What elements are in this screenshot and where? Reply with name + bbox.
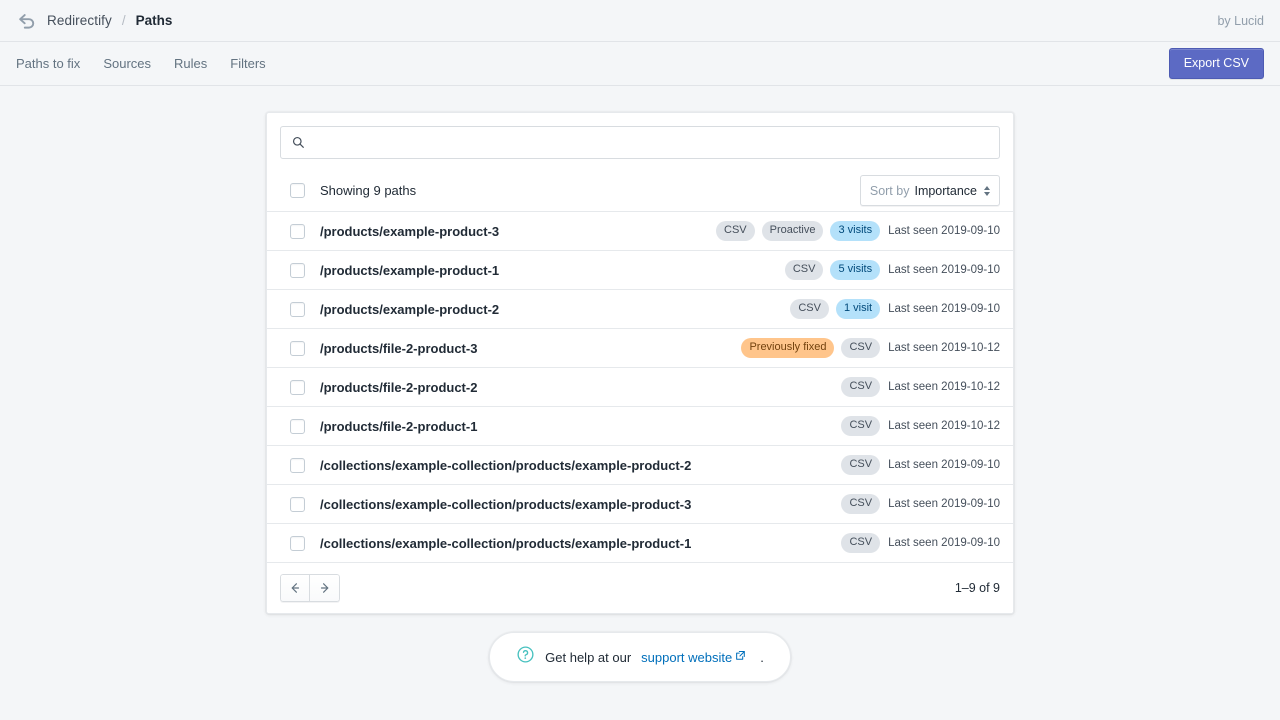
- row-checkbox[interactable]: [290, 223, 305, 239]
- table-row[interactable]: /products/example-product-3 CSV Proactive 3…: [267, 212, 1013, 251]
- table-row[interactable]: /products/example-product-2 CSV 1 visit Las…: [267, 290, 1013, 329]
- support-website-link[interactable]: support website: [641, 650, 732, 665]
- sort-label: Sort by: [869, 183, 910, 198]
- status-badge: 3 visits: [830, 221, 881, 241]
- nav-bar: Paths to fix Sources Rules Filters Expor…: [0, 42, 1280, 86]
- row-checkbox[interactable]: [290, 379, 305, 395]
- status-badge: CSV: [841, 416, 881, 436]
- table-row[interactable]: /collections/example-collection/products…: [267, 446, 1013, 485]
- table-row[interactable]: /products/example-product-1 CSV 5 visits La…: [267, 251, 1013, 290]
- tab-rules[interactable]: Rules: [174, 57, 207, 70]
- last-seen-text: Last seen 2019-09-10: [888, 303, 1000, 315]
- status-badge: Previously fixed: [741, 338, 835, 358]
- export-csv-button[interactable]: Export CSV: [1168, 48, 1264, 79]
- last-seen-text: Last seen 2019-09-10: [888, 498, 1000, 510]
- search-section: [267, 113, 1013, 159]
- last-seen-text: Last seen 2019-10-12: [888, 381, 1000, 393]
- breadcrumb-separator: /: [121, 13, 126, 28]
- row-path: /products/example-product-3: [320, 223, 500, 239]
- row-checkbox[interactable]: [290, 535, 305, 551]
- table-row[interactable]: /products/file-2-product-3 Previously fix…: [267, 329, 1013, 368]
- tab-sources[interactable]: Sources: [103, 57, 151, 70]
- table-row[interactable]: /collections/example-collection/products…: [267, 524, 1013, 563]
- row-path: /products/file-2-product-3: [320, 340, 478, 356]
- row-path: /products/file-2-product-2: [320, 379, 478, 395]
- last-seen-text: Last seen 2019-10-12: [888, 342, 1000, 354]
- pagination: [280, 574, 340, 602]
- status-badge: 1 visit: [835, 299, 881, 319]
- search-icon: [291, 135, 306, 150]
- select-all-checkbox[interactable]: [290, 183, 305, 198]
- status-badge: CSV: [841, 377, 881, 397]
- row-meta: CSV Last seen 2019-09-10: [841, 494, 1000, 514]
- paths-card: Showing 9 paths Sort by Importance /prod…: [266, 112, 1014, 614]
- row-meta: CSV Last seen 2019-10-12: [841, 377, 1000, 397]
- row-path: /collections/example-collection/products…: [320, 496, 692, 512]
- question-circle-icon: [516, 645, 535, 669]
- last-seen-text: Last seen 2019-09-10: [888, 225, 1000, 237]
- status-badge: Proactive: [761, 221, 824, 241]
- row-checkbox[interactable]: [290, 262, 305, 278]
- page-title: Paths: [135, 13, 173, 28]
- last-seen-text: Last seen 2019-09-10: [888, 264, 1000, 276]
- chevron-updown-icon: [984, 185, 990, 196]
- row-path: /collections/example-collection/products…: [320, 535, 692, 551]
- row-meta: Previously fixed CSV Last seen 2019-10-12: [741, 338, 1000, 358]
- search-box[interactable]: [280, 126, 1000, 159]
- row-checkbox[interactable]: [290, 496, 305, 512]
- status-badge: CSV: [716, 221, 755, 241]
- table-row[interactable]: /products/file-2-product-2 CSV Last seen 2…: [267, 368, 1013, 407]
- breadcrumb: Redirectify / Paths: [16, 10, 172, 32]
- status-badge: CSV: [841, 494, 881, 514]
- tab-paths-to-fix[interactable]: Paths to fix: [16, 57, 80, 70]
- card-footer: 1–9 of 9: [267, 563, 1013, 613]
- support-website-link-wrap: support website: [641, 648, 746, 666]
- status-badge: CSV: [784, 260, 824, 280]
- tab-filters[interactable]: Filters: [230, 57, 265, 70]
- brand-name[interactable]: Redirectify: [47, 13, 112, 28]
- row-meta: CSV Last seen 2019-10-12: [841, 416, 1000, 436]
- showing-count: Showing 9 paths: [320, 183, 417, 198]
- search-input[interactable]: [314, 127, 989, 158]
- row-checkbox[interactable]: [290, 418, 305, 434]
- help-banner: Get help at our support website .: [489, 632, 791, 682]
- row-meta: CSV Proactive 3 visits Last seen 2019-09-10: [716, 221, 1000, 241]
- byline: by Lucid: [1217, 13, 1264, 28]
- row-path: /products/example-product-1: [320, 262, 500, 278]
- arrow-right-icon[interactable]: [310, 574, 340, 602]
- list-header: Showing 9 paths Sort by Importance: [267, 170, 1013, 212]
- external-link-icon[interactable]: [735, 648, 746, 666]
- row-meta: CSV 5 visits Last seen 2019-09-10: [784, 260, 1000, 280]
- page-body: Showing 9 paths Sort by Importance /prod…: [0, 86, 1280, 682]
- help-text: Get help at our: [545, 649, 632, 665]
- row-meta: CSV Last seen 2019-09-10: [841, 455, 1000, 475]
- status-badge: 5 visits: [830, 260, 881, 280]
- sort-select[interactable]: Sort by Importance: [859, 175, 1000, 206]
- status-badge: CSV: [841, 455, 881, 475]
- table-row[interactable]: /collections/example-collection/products…: [267, 485, 1013, 524]
- row-checkbox[interactable]: [290, 340, 305, 356]
- sort-value: Importance: [914, 183, 977, 198]
- row-checkbox[interactable]: [290, 457, 305, 473]
- help-period: .: [760, 649, 764, 665]
- row-path: /products/example-product-2: [320, 301, 500, 317]
- last-seen-text: Last seen 2019-09-10: [888, 459, 1000, 471]
- redirect-arrow-icon[interactable]: [16, 10, 38, 32]
- row-meta: CSV Last seen 2019-09-10: [841, 533, 1000, 553]
- status-badge: CSV: [790, 299, 829, 319]
- row-meta: CSV 1 visit Last seen 2019-09-10: [790, 299, 1000, 319]
- arrow-left-icon[interactable]: [280, 574, 310, 602]
- pagination-range: 1–9 of 9: [954, 581, 1000, 595]
- nav-tabs: Paths to fix Sources Rules Filters: [16, 57, 266, 70]
- last-seen-text: Last seen 2019-09-10: [888, 537, 1000, 549]
- row-checkbox[interactable]: [290, 301, 305, 317]
- status-badge: CSV: [841, 533, 881, 553]
- status-badge: CSV: [841, 338, 881, 358]
- row-path: /products/file-2-product-1: [320, 418, 478, 434]
- last-seen-text: Last seen 2019-10-12: [888, 420, 1000, 432]
- table-row[interactable]: /products/file-2-product-1 CSV Last seen 2…: [267, 407, 1013, 446]
- paths-list: /products/example-product-3 CSV Proactive 3…: [267, 212, 1013, 563]
- row-path: /collections/example-collection/products…: [320, 457, 692, 473]
- top-bar: Redirectify / Paths by Lucid: [0, 0, 1280, 42]
